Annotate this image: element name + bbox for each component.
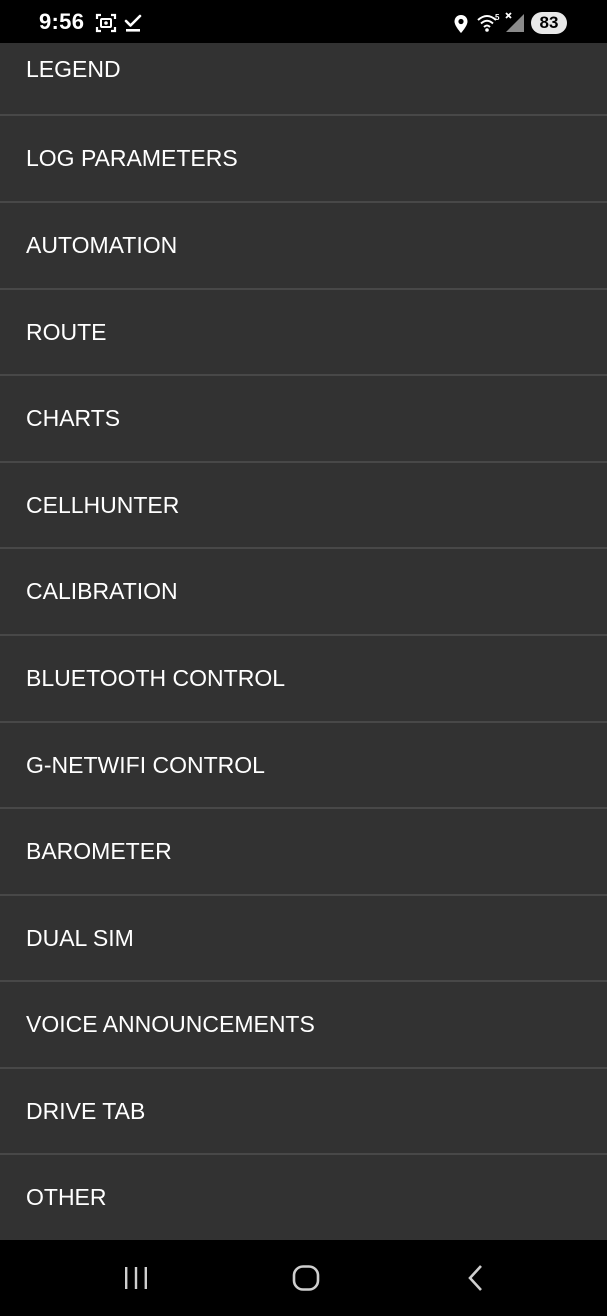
menu-item-automation[interactable]: AUTOMATION (0, 203, 607, 288)
menu-item-label: CALIBRATION (26, 578, 178, 604)
menu-item-label: LEGEND (26, 56, 121, 82)
home-icon (292, 1265, 320, 1291)
menu-item-voice-announcements[interactable]: VOICE ANNOUNCEMENTS (0, 982, 607, 1067)
cellular-signal-icon (505, 12, 524, 32)
wifi-icon: 5 (477, 13, 500, 32)
menu-item-label: DUAL SIM (26, 925, 134, 951)
wifi-badge: 5 (495, 13, 500, 22)
menu-item-label: CHARTS (26, 405, 121, 431)
back-icon (468, 1265, 482, 1291)
navigation-bar (0, 1240, 607, 1316)
menu-item-charts[interactable]: CHARTS (0, 376, 607, 461)
menu-item-label: BLUETOOTH CONTROL (26, 665, 285, 691)
menu-item-label: AUTOMATION (26, 232, 178, 258)
menu-item-label: G-NETWIFI CONTROL (26, 752, 265, 778)
menu-item-other[interactable]: OTHER (0, 1155, 607, 1240)
home-button[interactable] (246, 1240, 366, 1316)
menu-item-label: ROUTE (26, 319, 107, 345)
app-screen: 9:56 5 83 LEGEND LOG PARAMETERS AUTOMATI… (0, 0, 607, 1316)
menu-item-log-parameters[interactable]: LOG PARAMETERS (0, 116, 607, 201)
menu-item-dual-sim[interactable]: DUAL SIM (0, 896, 607, 981)
menu-item-cellhunter[interactable]: CELLHUNTER (0, 463, 607, 548)
menu-item-label: CELLHUNTER (26, 492, 180, 518)
menu-item-label: OTHER (26, 1184, 107, 1210)
back-button[interactable] (416, 1240, 536, 1316)
menu-item-calibration[interactable]: CALIBRATION (0, 549, 607, 634)
location-icon (454, 15, 468, 33)
menu-item-drive-tab[interactable]: DRIVE TAB (0, 1069, 607, 1154)
task-done-icon (124, 14, 142, 32)
recent-apps-icon (125, 1267, 147, 1289)
status-bar: 9:56 5 83 (0, 0, 607, 43)
menu-item-g-netwifi-control[interactable]: G-NETWIFI CONTROL (0, 723, 607, 808)
menu-item-bluetooth-control[interactable]: BLUETOOTH CONTROL (0, 636, 607, 721)
menu-item-barometer[interactable]: BAROMETER (0, 809, 607, 894)
battery-level: 83 (539, 13, 559, 32)
menu-item-legend[interactable]: LEGEND (0, 43, 607, 114)
recent-apps-button[interactable] (76, 1240, 196, 1316)
menu-item-label: BAROMETER (26, 838, 172, 864)
menu-item-label: DRIVE TAB (26, 1098, 146, 1124)
screenshot-icon (95, 13, 117, 33)
status-time: 9:56 (39, 9, 85, 34)
menu-item-label: VOICE ANNOUNCEMENTS (26, 1011, 315, 1037)
menu-item-label: LOG PARAMETERS (26, 145, 238, 171)
menu-list: LEGEND LOG PARAMETERS AUTOMATION ROUTE C… (0, 43, 607, 1240)
menu-item-route[interactable]: ROUTE (0, 290, 607, 375)
battery-icon: 83 (531, 12, 567, 34)
